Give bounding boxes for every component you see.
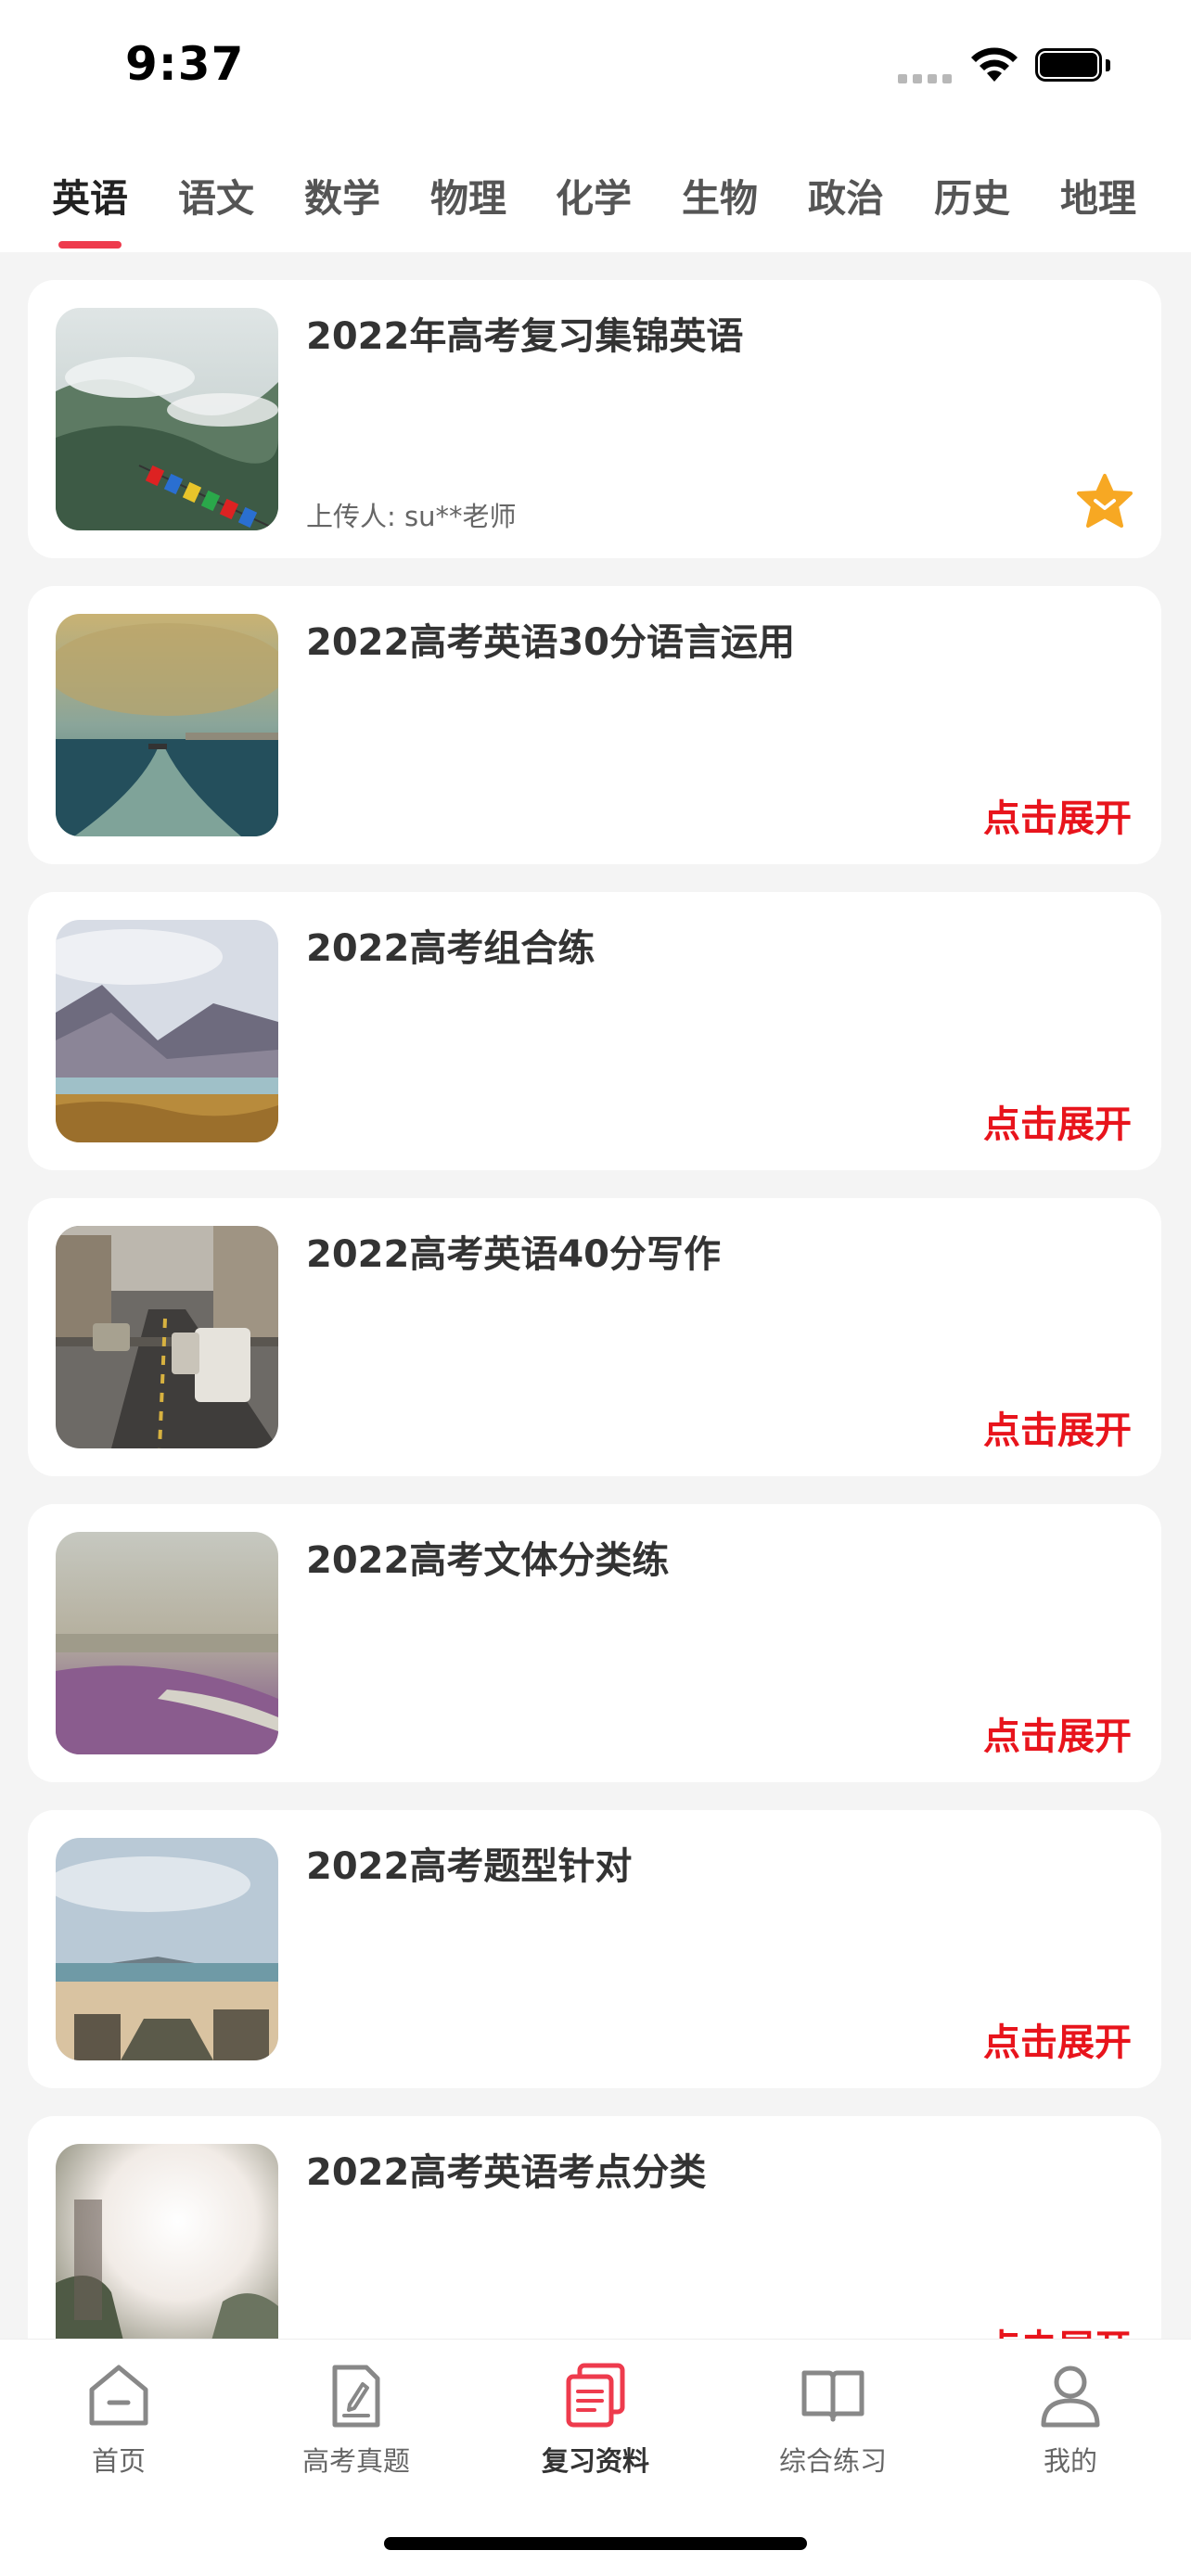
card-uploader: 上传人: su**老师 [306, 501, 517, 532]
city-street-photo [56, 1226, 278, 1448]
star-badge-icon[interactable] [1076, 473, 1133, 530]
tab-politics[interactable]: 政治 [795, 167, 897, 223]
nav-home[interactable]: 首页 [26, 2362, 211, 2479]
expand-button[interactable]: 点击展开 [983, 1094, 1132, 1148]
nav-practice[interactable]: 综合练习 [740, 2362, 926, 2479]
expand-button[interactable]: 点击展开 [983, 2318, 1132, 2339]
expand-button[interactable]: 点击展开 [983, 788, 1132, 842]
beach-shore-photo [56, 1532, 278, 1754]
card-title: 2022高考英语40分写作 [306, 1233, 721, 1276]
tab-history[interactable]: 历史 [921, 167, 1023, 223]
mountain-flags-photo [56, 308, 278, 530]
book-icon [801, 2370, 864, 2422]
subject-tab-bar: 英语 语文 数学 物理 化学 生物 政治 历史 地理 [0, 139, 1191, 252]
nav-profile[interactable]: 我的 [978, 2362, 1163, 2479]
material-card[interactable]: 2022高考题型针对 点击展开 [28, 1810, 1161, 2088]
tab-geography[interactable]: 地理 [1047, 167, 1149, 223]
nav-home-label: 首页 [91, 2445, 146, 2477]
profile-icon [1041, 2366, 1100, 2428]
sea-boat-photo [56, 614, 278, 836]
card-title: 2022高考文体分类练 [306, 1539, 670, 1582]
tab-biology[interactable]: 生物 [669, 167, 771, 223]
mountain-lake-photo [56, 920, 278, 1142]
expand-button[interactable]: 点击展开 [983, 2012, 1132, 2066]
tab-chinese[interactable]: 语文 [165, 167, 267, 223]
status-time: 9:37 [125, 37, 245, 91]
tab-chemistry[interactable]: 化学 [543, 167, 645, 223]
nav-practice-label: 综合练习 [778, 2445, 887, 2477]
material-card[interactable]: 2022高考组合练 点击展开 [28, 892, 1161, 1170]
material-list[interactable]: 2022年高考复习集锦英语 上传人: su**老师 2022高考英语30分语言运… [0, 252, 1191, 2339]
card-title: 2022高考英语考点分类 [306, 2151, 707, 2194]
material-card[interactable]: 2022高考英语40分写作 点击展开 [28, 1198, 1161, 1476]
sunlight-person-photo [56, 2144, 278, 2339]
nav-exams-label: 高考真题 [301, 2445, 410, 2477]
card-title: 2022高考组合练 [306, 927, 596, 970]
material-card[interactable]: 2022高考英语30分语言运用 点击展开 [28, 586, 1161, 864]
exam-paper-icon [332, 2365, 380, 2428]
cellular-signal-icon [898, 74, 952, 83]
tab-math[interactable]: 数学 [291, 167, 393, 223]
home-icon [89, 2365, 148, 2426]
beach-boardwalk-photo [56, 1838, 278, 2060]
wifi-icon [971, 47, 1018, 82]
material-card[interactable]: 2022高考英语考点分类 点击展开 [28, 2116, 1161, 2339]
active-tab-indicator [58, 241, 122, 249]
battery-icon [1035, 48, 1113, 83]
app-screen: 9:37 英语 语文 数学 物理 化学 生物 政治 历史 地理 2022年高考复… [0, 0, 1191, 2576]
tab-physics[interactable]: 物理 [417, 167, 519, 223]
expand-button[interactable]: 点击展开 [983, 1400, 1132, 1454]
nav-review-label: 复习资料 [541, 2445, 649, 2477]
nav-review[interactable]: 复习资料 [503, 2362, 688, 2479]
card-title: 2022高考题型针对 [306, 1845, 633, 1888]
nav-exams[interactable]: 高考真题 [263, 2362, 449, 2479]
tab-english[interactable]: 英语 [39, 167, 141, 223]
expand-button[interactable]: 点击展开 [983, 1706, 1132, 1760]
material-card[interactable]: 2022高考文体分类练 点击展开 [28, 1504, 1161, 1782]
home-indicator [384, 2537, 807, 2550]
review-docs-icon [566, 2363, 625, 2428]
card-title: 2022年高考复习集锦英语 [306, 315, 744, 358]
card-title: 2022高考英语30分语言运用 [306, 621, 795, 664]
material-card[interactable]: 2022年高考复习集锦英语 上传人: su**老师 [28, 280, 1161, 558]
nav-profile-label: 我的 [1043, 2445, 1097, 2477]
status-bar: 9:37 [0, 0, 1191, 139]
